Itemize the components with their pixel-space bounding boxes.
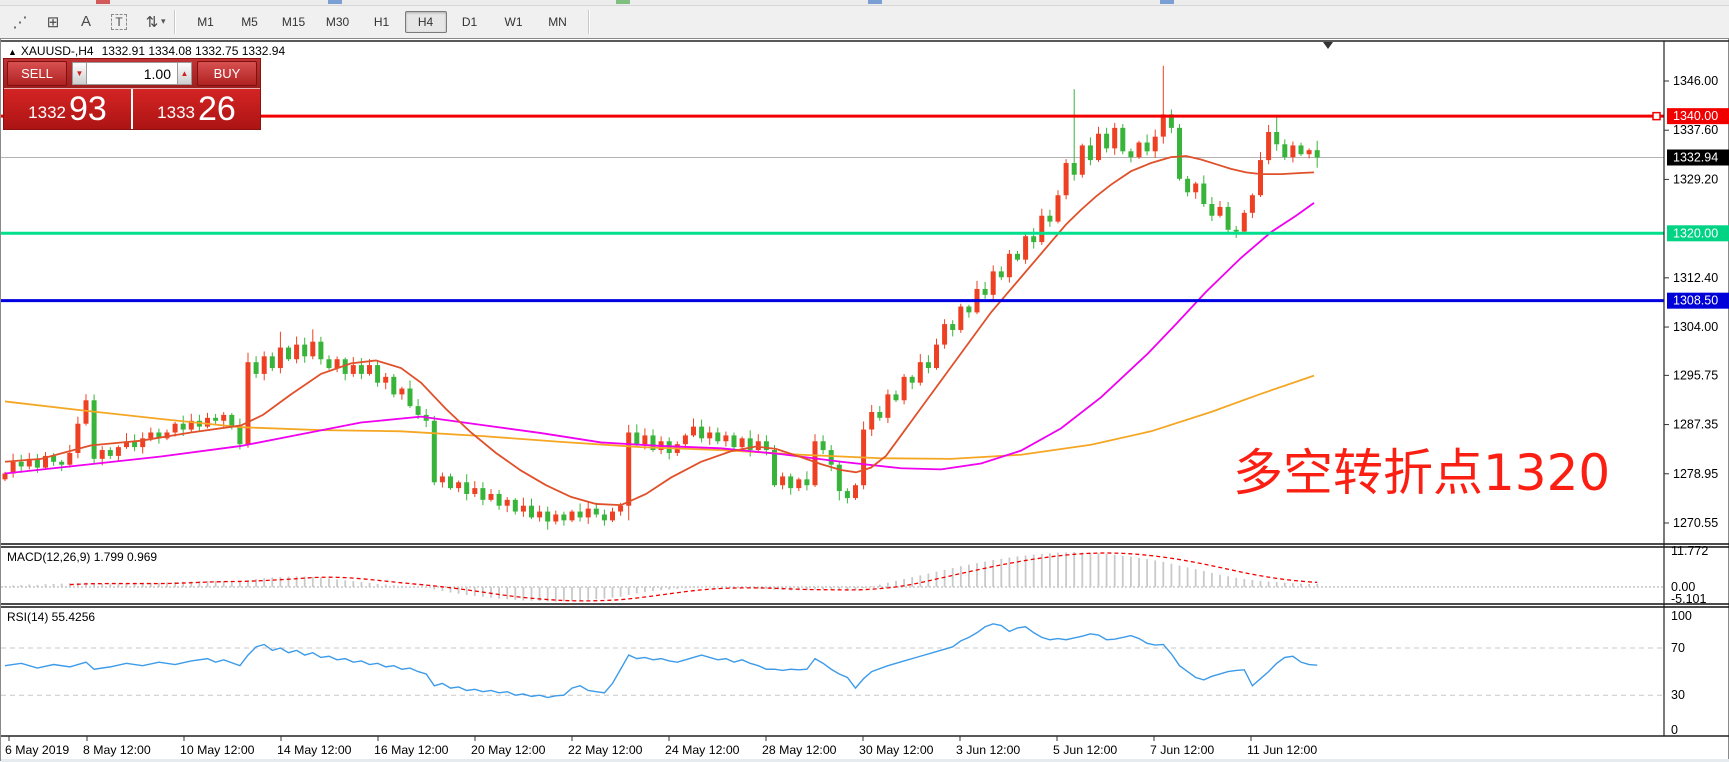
price-tick-label: 1304.00 [1673, 320, 1718, 334]
timeframe-button-D1[interactable]: D1 [449, 11, 491, 33]
price-tick-label: 1270.55 [1673, 516, 1718, 530]
macd-scale-label: -5.101 [1671, 592, 1706, 606]
drawing-and-timeframe-toolbar: ⋰⊞AT⇅▾M1M5M15M30H1H4D1W1MN [0, 6, 1729, 37]
dropdown-caret-icon[interactable]: ▾ [161, 16, 166, 27]
chart-text-annotation[interactable]: 多空转折点1320 [1233, 433, 1610, 505]
rsi-scale-label: 30 [1671, 688, 1685, 702]
toolbar-separator [174, 10, 176, 34]
fast-ma-line [5, 156, 1314, 505]
time-tick-label: 7 Jun 12:00 [1150, 743, 1214, 757]
top-toolbar: ⋰⊞AT⇅▾M1M5M15M30H1H4D1W1MN [0, 0, 1729, 39]
buy-price-display[interactable]: 1333 26 [133, 89, 260, 129]
price-tick-label: 1287.35 [1673, 418, 1718, 432]
price-badge-label: 1340.00 [1673, 109, 1718, 123]
time-tick-label: 8 May 12:00 [83, 743, 151, 757]
collapse-triangle-icon[interactable]: ▲ [8, 47, 17, 57]
ohlc-values: 1332.91 1334.08 1332.75 1332.94 [102, 44, 286, 58]
price-badge-label: 1308.50 [1673, 294, 1718, 308]
chart-canvas[interactable]: 1346.00 1337.60 1329.20 1312.40 1304.00 1295.… [1, 39, 1729, 762]
chart-title: ▲ XAUUSD-,H4 1332.91 1334.08 1332.75 1332.… [8, 44, 285, 58]
time-tick-label: 24 May 12:00 [665, 743, 740, 757]
sliver-fragment [328, 0, 342, 4]
volume-input[interactable]: 1.00 [87, 62, 177, 85]
buy-button[interactable]: BUY [197, 61, 257, 86]
timeframe-button-M5[interactable]: M5 [229, 11, 271, 33]
time-tick-label: 28 May 12:00 [762, 743, 837, 757]
price-tick-label: 1295.75 [1673, 368, 1718, 382]
timeframe-button-M15[interactable]: M15 [273, 11, 315, 33]
time-tick-label: 14 May 12:00 [277, 743, 352, 757]
sliver-fragment [1160, 0, 1174, 4]
time-tick-label: 30 May 12:00 [859, 743, 934, 757]
chart-window[interactable]: 1346.00 1337.60 1329.20 1312.40 1304.00 1295.… [0, 38, 1729, 761]
sell-price-small: 1332 [28, 100, 66, 126]
one-click-trading-panel: SELL ▼ 1.00 ▲ BUY 1332 93 1333 26 [3, 58, 261, 130]
time-tick-label: 16 May 12:00 [374, 743, 449, 757]
buy-price-small: 1333 [157, 100, 195, 126]
elliott-channel-icon[interactable]: ⋰ [7, 10, 33, 34]
price-tick-label: 1278.95 [1673, 467, 1718, 481]
price-tick-label: 1312.40 [1673, 271, 1718, 285]
mid-ma-line [5, 203, 1314, 474]
text-box-icon[interactable]: T [106, 10, 132, 34]
sliver-fragment [868, 0, 882, 4]
timeframe-button-H1[interactable]: H1 [361, 11, 403, 33]
chart-shift-marker-icon[interactable] [1323, 42, 1333, 49]
rsi-scale-label: 0 [1671, 723, 1678, 737]
time-tick-label: 22 May 12:00 [568, 743, 643, 757]
timeframe-button-W1[interactable]: W1 [493, 11, 535, 33]
price-tick-label: 1337.60 [1673, 123, 1718, 137]
toolbar-separator [588, 10, 590, 34]
macd-scale-label: 11.772 [1671, 544, 1708, 558]
sell-price-display[interactable]: 1332 93 [4, 89, 131, 129]
rsi-scale-label: 70 [1671, 641, 1685, 655]
sell-button[interactable]: SELL [7, 61, 67, 86]
price-badge-label: 1320.00 [1673, 226, 1718, 240]
price-axis[interactable]: 1346.00 1337.60 1329.20 1312.40 1304.00 1295.… [1664, 74, 1729, 737]
sliver-fragment [616, 0, 630, 4]
text-label-icon[interactable]: A [73, 10, 99, 34]
fibonacci-icon[interactable]: ⊞ [40, 10, 66, 34]
candles-group [3, 66, 1320, 530]
time-tick-label: 11 Jun 12:00 [1247, 743, 1317, 757]
macd-indicator-label: MACD(12,26,9) 1.799 0.969 [7, 550, 157, 564]
volume-decrease-button[interactable]: ▼ [72, 62, 87, 85]
time-axis[interactable]: 6 May 2019 8 May 12:00 10 May 12:00 14 May … [5, 736, 1317, 757]
timeframe-button-M30[interactable]: M30 [317, 11, 359, 33]
time-tick-label: 3 Jun 12:00 [956, 743, 1020, 757]
rsi-indicator-label: RSI(14) 55.4256 [7, 610, 95, 624]
macd-panel[interactable] [1, 552, 1664, 602]
timeframe-button-M1[interactable]: M1 [185, 11, 227, 33]
timeframe-button-H4[interactable]: H4 [405, 11, 447, 33]
time-tick-label: 20 May 12:00 [471, 743, 546, 757]
price-tick-label: 1346.00 [1673, 74, 1718, 88]
volume-increase-button[interactable]: ▲ [177, 62, 192, 85]
rsi-scale-label: 100 [1671, 609, 1692, 623]
timeframe-button-MN[interactable]: MN [537, 11, 579, 33]
price-badge-label: 1332.94 [1673, 151, 1718, 165]
line-handle[interactable] [1653, 113, 1660, 120]
rsi-panel[interactable] [1, 624, 1664, 698]
macd-histogram [5, 552, 1317, 602]
time-tick-label: 6 May 2019 [5, 743, 69, 757]
rsi-line [5, 624, 1317, 698]
sell-price-big: 93 [69, 92, 107, 126]
time-tick-label: 5 Jun 12:00 [1053, 743, 1117, 757]
buy-price-big: 26 [198, 92, 236, 126]
volume-stepper: ▼ 1.00 ▲ [72, 62, 192, 85]
symbol-timeframe-label: XAUUSD-,H4 [21, 44, 94, 58]
sliver-fragment [96, 0, 110, 4]
time-tick-label: 10 May 12:00 [180, 743, 255, 757]
price-tick-label: 1329.20 [1673, 172, 1718, 186]
